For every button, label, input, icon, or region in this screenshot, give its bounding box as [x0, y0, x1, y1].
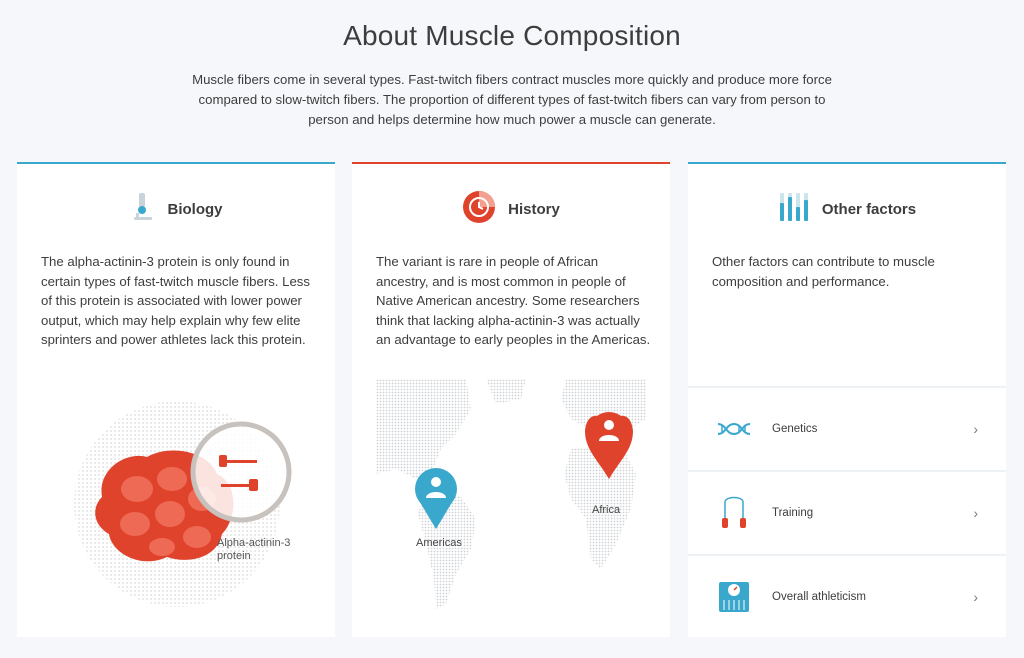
protein-label-line-1: Alpha-actinin-3	[217, 537, 291, 549]
biology-header: Biology	[17, 192, 335, 226]
world-map: Africa Americas	[376, 379, 646, 609]
overall-athleticism-row[interactable]: Overall athleticism ›	[688, 554, 1006, 638]
training-row[interactable]: Training ›	[688, 470, 1006, 554]
chevron-right-icon: ›	[973, 421, 978, 437]
bar-levels-icon	[778, 191, 810, 228]
microscope-icon	[130, 191, 156, 228]
history-clock-icon	[462, 190, 496, 229]
history-header: History	[352, 190, 670, 229]
other-factors-header: Other factors	[688, 192, 1006, 226]
page-title: About Muscle Composition	[343, 20, 681, 51]
dna-icon	[716, 411, 752, 447]
history-card: History The variant is rare in people of…	[352, 162, 670, 637]
chevron-right-icon: ›	[973, 589, 978, 605]
protein-label-line-2: protein	[217, 550, 251, 562]
other-factors-label: Other factors	[821, 200, 917, 218]
africa-label: Africa	[592, 504, 621, 516]
biology-card: Biology The alpha-actinin-3 protein is o…	[17, 162, 335, 637]
jump-rope-icon	[716, 495, 752, 531]
muscle-fiber-illustration: Alpha-actinin-3 protein	[17, 389, 335, 609]
protein-label: Alpha-actinin-3 protein	[217, 537, 290, 563]
other-factors-card: Other factors Other factors can contribu…	[688, 162, 1006, 637]
chevron-right-icon: ›	[973, 505, 978, 521]
history-text: The variant is rare in people of African…	[376, 254, 651, 347]
biology-label: Biology	[167, 200, 223, 218]
americas-label: Americas	[416, 537, 462, 549]
genetics-label: Genetics	[772, 423, 818, 435]
other-factors-text: Other factors can contribute to muscle c…	[712, 254, 935, 289]
training-label: Training	[772, 507, 814, 519]
page-intro: Muscle fibers come in several types. Fas…	[192, 72, 832, 127]
biology-text: The alpha-actinin-3 protein is only foun…	[41, 254, 310, 347]
history-label: History	[508, 200, 560, 218]
genetics-row[interactable]: Genetics ›	[688, 386, 1006, 470]
overall-athleticism-label: Overall athleticism	[772, 591, 866, 603]
scale-icon	[716, 579, 752, 615]
